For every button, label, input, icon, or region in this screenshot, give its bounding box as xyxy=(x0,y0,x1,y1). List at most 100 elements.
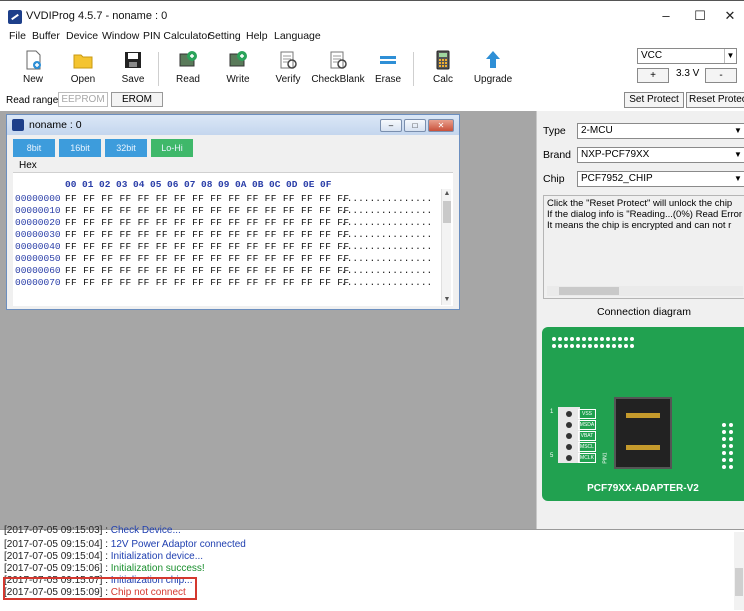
hex-row: 00000010 FF FF FF FF FF FF FF FF FF FF FF… xyxy=(15,205,433,216)
hex-row: 00000060 FF FF FF FF FF FF FF FF FF FF FF… xyxy=(15,265,433,276)
erom-button[interactable]: EROM xyxy=(111,92,163,107)
pin-vss-label: VSS xyxy=(578,409,596,419)
verify-icon xyxy=(280,51,297,69)
hex-row: 00000040 FF FF FF FF FF FF FF FF FF FF FF… xyxy=(15,241,433,252)
reset-protect-button[interactable]: Reset Protect xyxy=(686,92,744,108)
minimize-button[interactable]: – xyxy=(651,6,681,28)
log-vertical-scrollbar[interactable] xyxy=(734,532,744,610)
adapter-name: PCF79XX-ADAPTER-V2 xyxy=(587,483,699,494)
hex-vertical-scrollbar[interactable]: ▲ ▼ xyxy=(441,189,451,305)
menu-bar: File Buffer Device Window PIN Calculator… xyxy=(0,30,744,44)
log-line: [2017-07-05 09:15:04] : 12V Power Adapto… xyxy=(4,539,246,550)
buffer-close-button[interactable]: ✕ xyxy=(428,119,454,132)
info-line: Click the "Reset Protect" will unlock th… xyxy=(547,198,733,209)
tab-32bit[interactable]: 32bit xyxy=(105,139,147,157)
erase-icon xyxy=(380,56,396,64)
chip-label: Chip xyxy=(543,173,565,185)
error-highlight-box xyxy=(3,577,197,600)
write-chip-icon xyxy=(229,51,247,67)
open-button[interactable]: Open xyxy=(56,48,110,88)
checkblank-button[interactable]: CheckBlank xyxy=(311,48,365,88)
buffer-minimize-button[interactable]: – xyxy=(380,119,402,132)
type-label: Type xyxy=(543,125,566,137)
voltage-plus-button[interactable]: + xyxy=(637,68,669,83)
maximize-button[interactable]: ☐ xyxy=(685,6,715,28)
read-range-label: Read range xyxy=(6,95,59,106)
scroll-down-icon[interactable]: ▼ xyxy=(442,295,452,305)
pin-msda-label: MSDA xyxy=(578,420,596,430)
hex-row: 00000020 FF FF FF FF FF FF FF FF FF FF FF… xyxy=(15,217,433,228)
vcc-select[interactable]: VCC ▼ xyxy=(637,48,737,64)
hex-row: 00000000 FF FF FF FF FF FF FF FF FF FF FF… xyxy=(15,193,433,204)
menu-help[interactable]: Help xyxy=(246,30,268,42)
write-button[interactable]: Write xyxy=(211,48,265,88)
menu-window[interactable]: Window xyxy=(102,30,139,42)
upgrade-button[interactable]: Upgrade xyxy=(466,48,520,88)
menu-device[interactable]: Device xyxy=(66,30,98,42)
adapter-diagram: 1 5 VSS MSDA VBAT MSCL MCLK PIN1 PCF79XX… xyxy=(542,327,744,501)
verify-button[interactable]: Verify xyxy=(261,48,315,88)
connection-diagram-label: Connection diagram xyxy=(597,306,691,318)
tab-8bit[interactable]: 8bit xyxy=(13,139,55,157)
hex-row: 00000030 FF FF FF FF FF FF FF FF FF FF FF… xyxy=(15,229,433,240)
tab-16bit[interactable]: 16bit xyxy=(59,139,101,157)
hex-column-header: 00 01 02 03 04 05 06 07 08 09 0A 0B 0C 0… xyxy=(65,179,332,190)
scroll-up-icon[interactable]: ▲ xyxy=(442,189,452,199)
calculator-icon xyxy=(436,50,450,70)
folder-icon xyxy=(73,54,93,69)
type-select[interactable]: 2-MCU ▼ xyxy=(577,123,744,139)
pin1-marker-label: PIN1 xyxy=(602,452,609,464)
vcc-select-value: VCC xyxy=(641,50,663,61)
toolbar-separator xyxy=(413,52,414,86)
log-line: [2017-07-05 09:15:03] : Check Device... xyxy=(4,525,181,536)
hex-editor[interactable]: 00 01 02 03 04 05 06 07 08 09 0A 0B 0C 0… xyxy=(13,172,453,306)
tab-lo-hi[interactable]: Lo-Hi xyxy=(151,139,193,157)
brand-label: Brand xyxy=(543,149,572,161)
pin-mclk-label: MCLK xyxy=(578,453,596,463)
read-button[interactable]: Read xyxy=(161,48,215,88)
new-file-icon xyxy=(26,50,41,70)
menu-pin-calculator[interactable]: PIN Calculator xyxy=(143,30,211,42)
pin-mscl-label: MSCL xyxy=(578,442,596,452)
menu-language[interactable]: Language xyxy=(274,30,321,42)
info-line: If the dialog info is "Reading...(0%) Re… xyxy=(547,209,743,220)
new-button[interactable]: New xyxy=(6,48,60,88)
erase-button[interactable]: Erase xyxy=(361,48,415,88)
app-logo-icon xyxy=(8,10,22,24)
log-panel: [2017-07-05 09:15:03] : Check Device... … xyxy=(0,525,744,611)
chip-info-text: Click the "Reset Protect" will unlock th… xyxy=(543,195,744,299)
info-horizontal-scrollbar[interactable] xyxy=(547,286,743,296)
log-line: [2017-07-05 09:15:06] : Initialization s… xyxy=(4,563,205,574)
set-protect-button[interactable]: Set Protect xyxy=(624,92,684,108)
scroll-thumb[interactable] xyxy=(735,568,743,596)
pin-header xyxy=(558,407,580,463)
eeprom-button[interactable]: EEPROM xyxy=(58,92,108,107)
chip-select[interactable]: PCF7952_CHIP ▼ xyxy=(577,171,744,187)
menu-buffer[interactable]: Buffer xyxy=(32,30,60,42)
chevron-down-icon: ▼ xyxy=(734,126,742,135)
hex-row: 00000050 FF FF FF FF FF FF FF FF FF FF FF… xyxy=(15,253,433,264)
scroll-thumb[interactable] xyxy=(559,287,619,295)
read-chip-icon xyxy=(179,51,197,67)
brand-select[interactable]: NXP-PCF79XX ▼ xyxy=(577,147,744,163)
calc-button[interactable]: Calc xyxy=(416,48,470,88)
hex-section-label: Hex xyxy=(19,160,37,171)
buffer-window: noname : 0 – □ ✕ 8bit 16bit 32bit Lo-Hi … xyxy=(6,114,460,310)
window-title: VVDIProg 4.5.7 - noname : 0 xyxy=(26,10,168,22)
chevron-down-icon: ▼ xyxy=(734,174,742,183)
chevron-down-icon: ▼ xyxy=(734,150,742,159)
title-bar: VVDIProg 4.5.7 - noname : 0 – ☐ ✕ xyxy=(0,0,744,30)
menu-setting[interactable]: Setting xyxy=(208,30,241,42)
read-range-row: Read range EEPROM EROM Set Protect Reset… xyxy=(0,91,744,109)
voltage-minus-button[interactable]: - xyxy=(705,68,737,83)
pin-1-label: 1 xyxy=(550,409,554,415)
menu-file[interactable]: File xyxy=(9,30,26,42)
upgrade-arrow-icon xyxy=(486,51,500,68)
toolbar: New Open Save Read Write Verify CheckBla… xyxy=(0,44,744,90)
chip-socket xyxy=(614,397,672,469)
hex-row: 00000070 FF FF FF FF FF FF FF FF FF FF FF… xyxy=(15,277,433,288)
buffer-maximize-button[interactable]: □ xyxy=(404,119,426,132)
save-button[interactable]: Save xyxy=(106,48,160,88)
scroll-thumb[interactable] xyxy=(443,201,451,223)
close-button[interactable]: ✕ xyxy=(715,6,744,28)
